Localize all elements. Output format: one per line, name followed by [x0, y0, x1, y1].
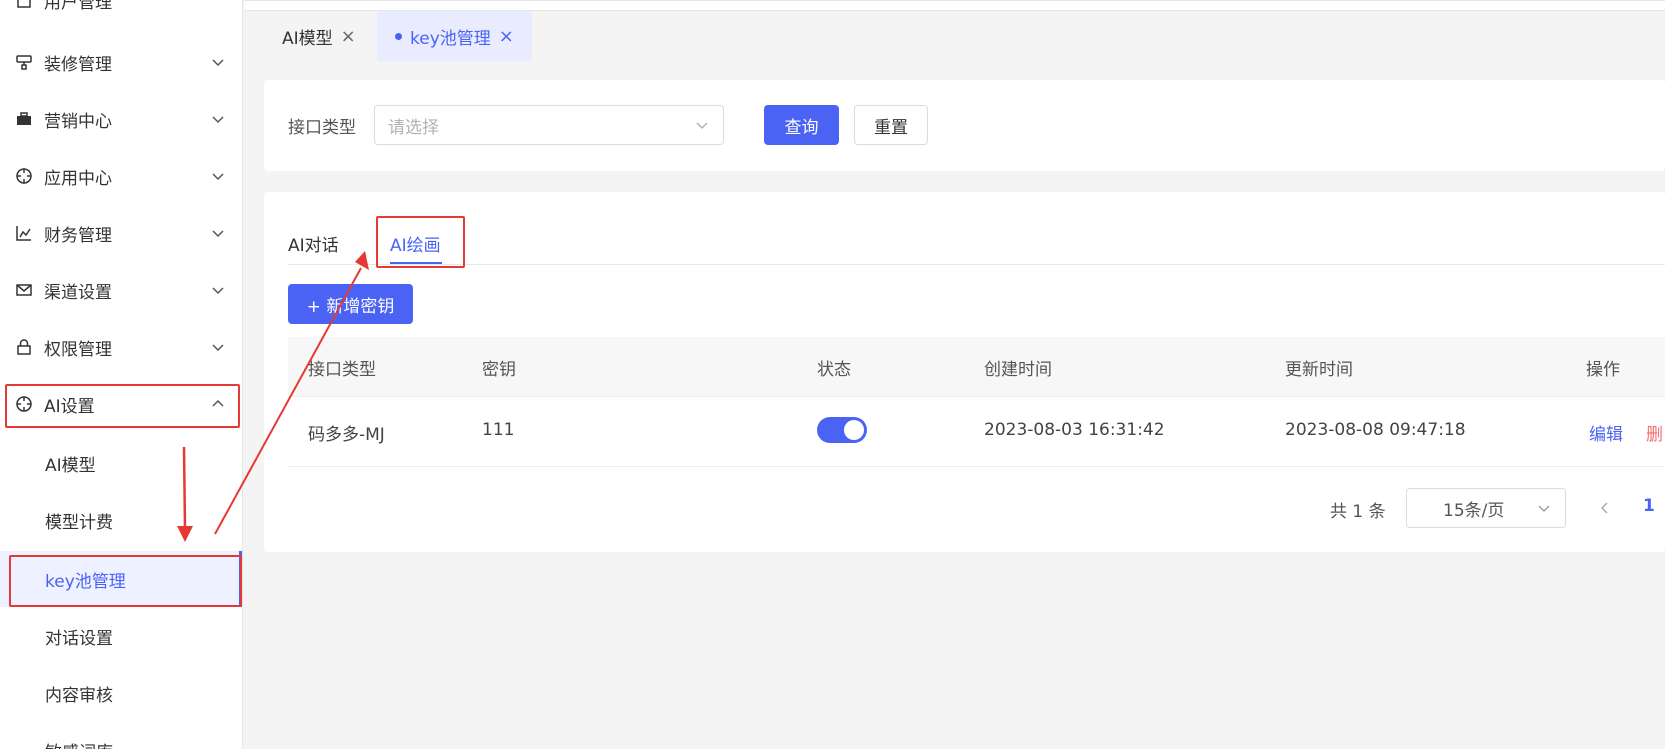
sidebar-subitem-model-billing[interactable]: 模型计费 [0, 492, 242, 548]
chevron-down-icon [212, 344, 224, 352]
compass-icon [14, 166, 34, 186]
pagination-total: 共 1 条 [1330, 502, 1386, 522]
tab-label: AI模型 [282, 28, 333, 49]
briefcase-icon [14, 109, 34, 129]
chevron-down-icon [1538, 505, 1550, 512]
sidebar-item-marketing[interactable]: 营销中心 [0, 91, 242, 147]
sidebar-item-permissions[interactable]: 权限管理 [0, 319, 242, 375]
cell-created: 2023-08-03 16:31:42 [984, 420, 1165, 440]
sidebar-item-label: 应用中心 [44, 168, 112, 189]
delete-link[interactable]: 删 [1646, 420, 1663, 445]
filter-label: 接口类型 [288, 118, 356, 138]
page-tabs-bar: AI模型 × key池管理 × [244, 0, 1665, 61]
add-key-button[interactable]: + 新增密钥 [288, 284, 413, 324]
sidebar-subitem-label: 模型计费 [45, 512, 113, 533]
brush-icon [14, 52, 34, 72]
mail-icon [14, 280, 34, 300]
sidebar-subitem-label: 内容审核 [45, 685, 113, 706]
sidebar-item-partial[interactable]: 用户管理 [0, 0, 242, 28]
chevron-down-icon [212, 116, 224, 124]
active-dot-icon [395, 32, 402, 40]
lock-icon [14, 337, 34, 357]
sidebar-subitem-label: AI模型 [45, 455, 96, 476]
sidebar-subitem-ai-model[interactable]: AI模型 [0, 435, 242, 491]
select-placeholder: 请选择 [388, 117, 439, 138]
tab-label: key池管理 [410, 28, 491, 49]
chevron-down-icon [212, 173, 224, 181]
sidebar-item-label: 权限管理 [44, 339, 112, 360]
sidebar-item-label: 渠道设置 [44, 282, 112, 303]
sidebar-subitem-chat-settings[interactable]: 对话设置 [0, 608, 242, 664]
reset-button[interactable]: 重置 [854, 105, 928, 145]
sidebar-subitem-label: 敏感词库 [45, 738, 113, 749]
sidebar-subitem-label: 对话设置 [45, 628, 113, 649]
filter-card: 接口类型 请选择 查询 重置 [264, 80, 1665, 171]
annotation-box-ai-drawing [376, 216, 465, 268]
header-strip [244, 1, 1665, 11]
sidebar-item-finance[interactable]: 财务管理 [0, 205, 242, 261]
tabs-divider [288, 264, 1665, 265]
page-size-value: 15条/页 [1443, 500, 1505, 521]
column-header: 操作 [1586, 360, 1620, 380]
column-header: 更新时间 [1285, 360, 1353, 380]
query-button[interactable]: 查询 [764, 105, 839, 145]
user-icon [14, 0, 34, 10]
annotation-box-ai-settings [5, 384, 240, 428]
sidebar-item-label: 营销中心 [44, 111, 112, 132]
tab-ai-model[interactable]: AI模型 × [244, 11, 376, 61]
sidebar-item-label: 用户管理 [44, 0, 112, 13]
tab-key-pool[interactable]: key池管理 × [377, 11, 532, 61]
cell-type: 码多多-MJ [308, 425, 385, 445]
sidebar-subitem-content-review[interactable]: 内容审核 [0, 665, 242, 721]
row-divider [288, 396, 1665, 397]
edit-link[interactable]: 编辑 [1589, 420, 1623, 445]
tab-ai-chat[interactable]: AI对话 [288, 231, 339, 256]
sidebar-item-apps[interactable]: 应用中心 [0, 148, 242, 204]
chevron-left-icon[interactable] [1598, 501, 1612, 515]
column-header: 接口类型 [308, 360, 376, 380]
annotation-box-key-pool [9, 555, 242, 607]
chevron-down-icon [212, 287, 224, 295]
main-card: AI对话 AI绘画 + 新增密钥 接口类型 密钥 状态 创建时间 更新时间 操作… [264, 192, 1665, 552]
chart-icon [14, 223, 34, 243]
interface-type-select[interactable]: 请选择 [374, 105, 724, 145]
close-icon[interactable]: × [499, 26, 514, 47]
sidebar-item-label: 装修管理 [44, 54, 112, 75]
chevron-down-icon [212, 59, 224, 67]
sidebar-item-channels[interactable]: 渠道设置 [0, 262, 242, 318]
sidebar: 用户管理 装修管理 营销中心 应用中心 财务管理 渠道设置 权限管理 AI设置 … [0, 0, 243, 749]
page-size-select[interactable]: 15条/页 [1406, 488, 1566, 528]
status-toggle[interactable] [817, 417, 867, 443]
column-header: 密钥 [482, 360, 516, 380]
sidebar-item-label: 财务管理 [44, 225, 112, 246]
toggle-knob [844, 420, 864, 440]
cell-key: 111 [482, 420, 515, 440]
column-header: 状态 [817, 360, 851, 380]
row-divider [288, 466, 1665, 467]
chevron-down-icon [696, 122, 708, 129]
sidebar-subitem-sensitive-words[interactable]: 敏感词库 [0, 722, 242, 749]
close-icon[interactable]: × [341, 26, 356, 47]
sidebar-item-decoration[interactable]: 装修管理 [0, 34, 242, 90]
current-page[interactable]: 1 [1643, 496, 1655, 516]
chevron-down-icon [212, 230, 224, 238]
column-header: 创建时间 [984, 360, 1052, 380]
cell-updated: 2023-08-08 09:47:18 [1285, 420, 1466, 440]
